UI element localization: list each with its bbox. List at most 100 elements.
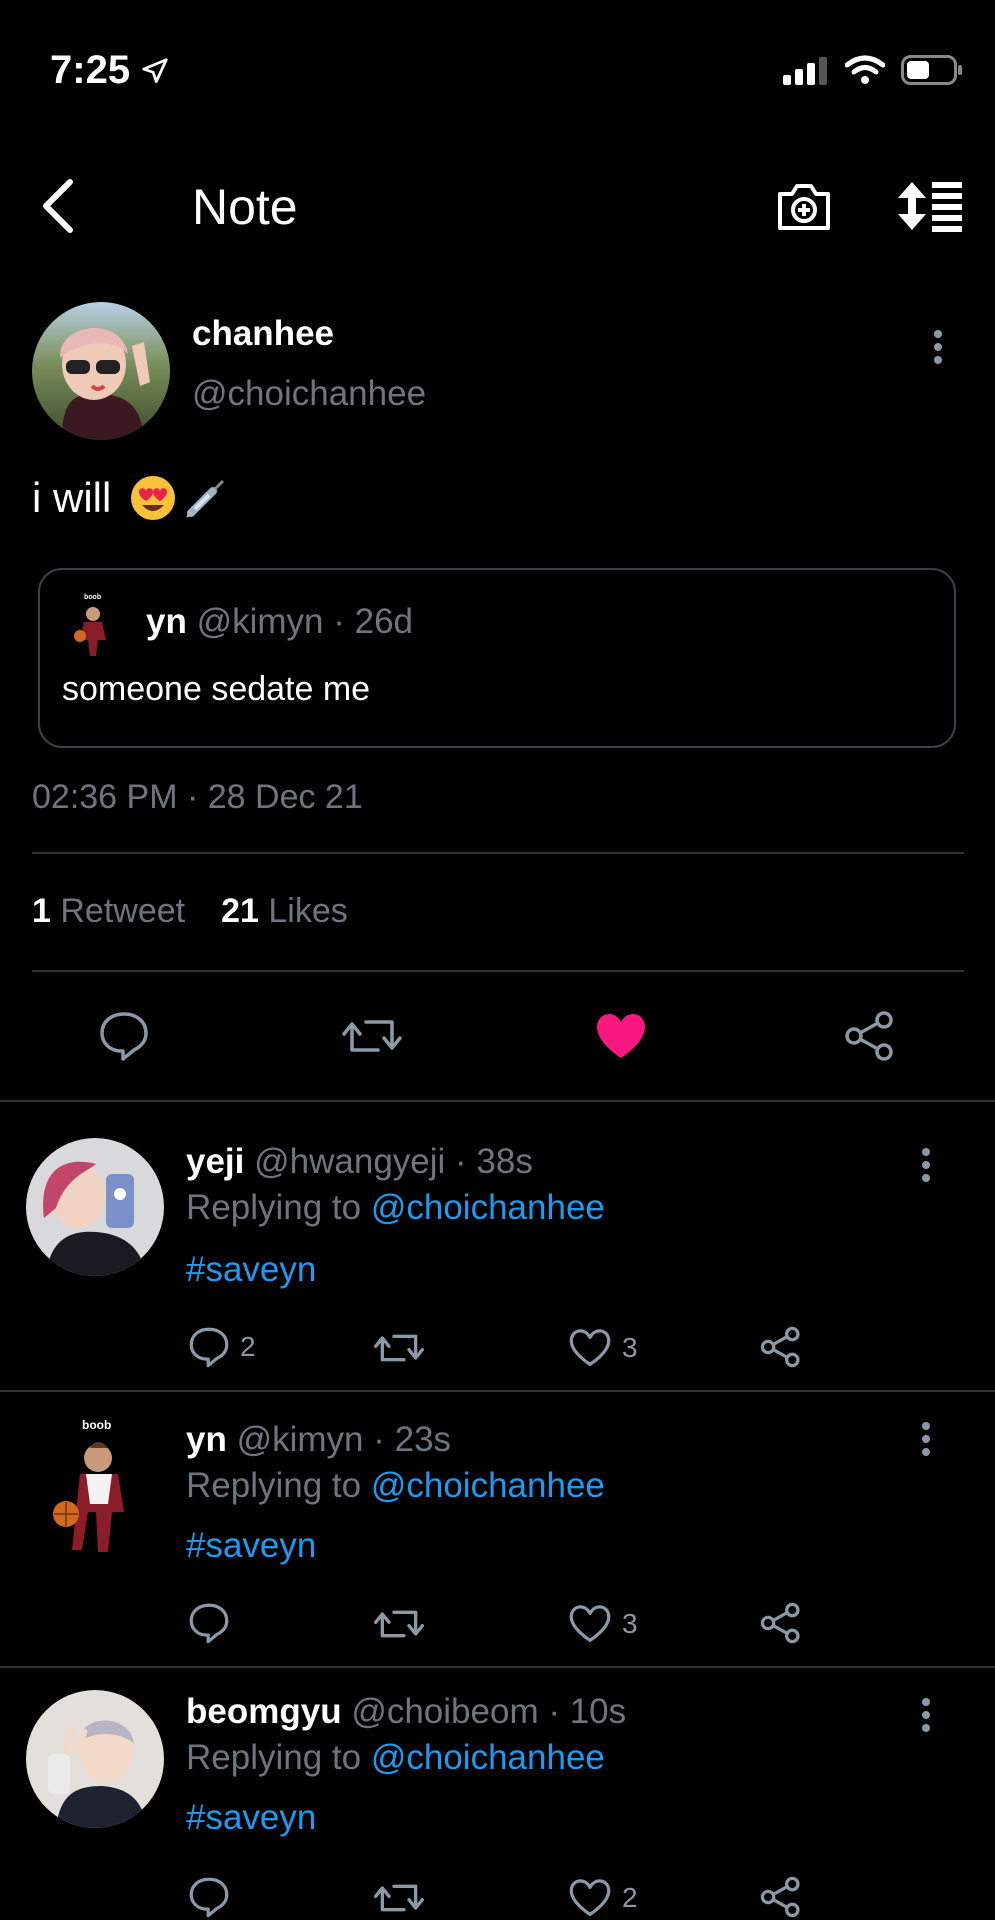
reply-author-name[interactable]: beomgyu <box>186 1692 342 1731</box>
reply-tweet[interactable]: beomgyu @choibeom · 10s Replying to @cho… <box>0 1668 995 1920</box>
more-vertical-icon <box>922 1148 930 1182</box>
more-vertical-icon <box>934 330 942 364</box>
divider <box>32 852 964 854</box>
avatar-caption: boob <box>82 1418 112 1432</box>
retweet-label: Retweet <box>60 892 186 930</box>
like-count: 3 <box>622 1608 638 1639</box>
hashtag-link[interactable]: #saveyn <box>186 1526 316 1566</box>
camera-button[interactable] <box>776 180 832 232</box>
share-icon <box>760 1602 800 1644</box>
heart-outline-icon <box>569 1605 611 1642</box>
reply-header: yn @kimyn · 23s <box>186 1420 451 1460</box>
reply-author-name[interactable]: yn <box>186 1420 227 1459</box>
retweet-icon <box>374 1334 424 1362</box>
more-vertical-icon <box>922 1698 930 1732</box>
replying-prefix: Replying to <box>186 1466 362 1505</box>
retweet-button[interactable] <box>374 1878 424 1918</box>
replying-to-link[interactable]: @choichanhee <box>371 1738 605 1777</box>
quote-avatar[interactable]: boob <box>66 594 120 658</box>
tweet-timestamp: 02:36 PM · 28 Dec 21 <box>32 778 363 816</box>
reply-button[interactable] <box>98 1010 150 1062</box>
status-time-text: 7:25 <box>50 48 131 92</box>
heart-filled-icon <box>597 1014 645 1058</box>
quote-meta: @kimyn · 26d <box>196 602 414 641</box>
author-name[interactable]: chanhee <box>192 314 334 354</box>
share-icon <box>845 1011 893 1061</box>
like-button[interactable]: 2 <box>568 1878 638 1918</box>
reply-count: 2 <box>240 1331 256 1362</box>
share-button[interactable] <box>844 1010 896 1062</box>
like-button[interactable]: 3 <box>568 1604 638 1644</box>
divider <box>32 970 964 972</box>
replying-prefix: Replying to <box>186 1188 362 1227</box>
reply-button[interactable] <box>188 1876 240 1918</box>
avatar[interactable]: boob <box>26 1418 164 1556</box>
like-count: 3 <box>622 1332 638 1363</box>
retweet-stat[interactable]: 1 Retweet <box>32 892 185 931</box>
avatar[interactable] <box>26 1138 164 1276</box>
share-button[interactable] <box>760 1876 802 1918</box>
avatar-photo-yeji <box>26 1138 164 1276</box>
avatar[interactable] <box>32 302 170 440</box>
status-indicators <box>783 54 963 86</box>
more-vertical-icon <box>922 1422 930 1456</box>
chevron-left-icon <box>43 179 73 233</box>
more-options-button[interactable] <box>920 1698 932 1732</box>
replying-to: Replying to @choichanhee <box>186 1738 605 1778</box>
reply-header: beomgyu @choibeom · 10s <box>186 1692 626 1732</box>
like-button[interactable] <box>594 1012 648 1060</box>
quote-avatar-caption: boob <box>84 594 102 601</box>
camera-plus-icon <box>778 184 830 230</box>
reply-button[interactable] <box>188 1602 240 1644</box>
reply-author-name[interactable]: yeji <box>186 1142 244 1181</box>
reply-bubble-icon <box>189 1327 229 1368</box>
reply-button[interactable]: 2 <box>188 1326 256 1368</box>
more-options-button[interactable] <box>920 1422 932 1456</box>
heart-eyes-emoji-icon <box>131 476 176 520</box>
quote-author-name: yn <box>146 602 187 641</box>
quoted-tweet[interactable]: boob yn @kimyn · 26d someone sedate me <box>38 568 956 748</box>
more-options-button[interactable] <box>920 1148 932 1182</box>
hashtag-link[interactable]: #saveyn <box>186 1250 316 1290</box>
replying-prefix: Replying to <box>186 1738 362 1777</box>
retweet-button[interactable] <box>374 1328 424 1368</box>
reply-tweet[interactable]: yeji @hwangyeji · 38s Replying to @choic… <box>0 1102 995 1390</box>
retweet-icon <box>374 1610 424 1638</box>
like-count: 21 <box>221 892 259 930</box>
battery-icon <box>901 55 962 85</box>
page-title: Note <box>192 179 298 235</box>
like-count: 2 <box>622 1882 638 1913</box>
tweet-stats: 1 Retweet 21 Likes <box>32 892 348 931</box>
tweet-text-body: i will <box>32 474 112 521</box>
more-options-button[interactable] <box>932 330 944 364</box>
avatar-photo-yn <box>74 607 106 656</box>
reply-meta: @choibeom · 10s <box>351 1692 627 1731</box>
heart-outline-icon <box>569 1329 611 1366</box>
reply-tweet[interactable]: boob yn @kimyn · 23s Replying to @choich… <box>0 1392 995 1664</box>
quote-header: yn @kimyn · 26d <box>146 602 413 642</box>
signal-icon <box>783 57 827 85</box>
replying-to-link[interactable]: @choichanhee <box>371 1188 605 1227</box>
retweet-icon <box>374 1884 424 1912</box>
likes-stat[interactable]: 21 Likes <box>221 892 348 931</box>
reply-meta: @kimyn · 23s <box>236 1420 452 1459</box>
avatar-photo-beomgyu <box>26 1690 164 1828</box>
reply-bubble-icon <box>189 1877 229 1918</box>
share-icon <box>760 1876 800 1918</box>
back-button[interactable] <box>36 178 82 234</box>
sort-list-icon <box>898 182 962 232</box>
share-button[interactable] <box>760 1602 802 1644</box>
sort-button[interactable] <box>896 180 964 232</box>
retweet-button[interactable] <box>342 1012 402 1060</box>
avatar-photo-chanhee <box>32 302 170 440</box>
share-button[interactable] <box>760 1326 802 1368</box>
avatar[interactable] <box>26 1690 164 1828</box>
heart-outline-icon <box>569 1879 611 1916</box>
like-button[interactable]: 3 <box>568 1328 638 1368</box>
tweet-actions <box>0 1000 995 1070</box>
author-handle[interactable]: @choichanhee <box>192 374 426 414</box>
reply-bubble-icon <box>189 1603 229 1644</box>
replying-to-link[interactable]: @choichanhee <box>371 1466 605 1505</box>
retweet-button[interactable] <box>374 1604 424 1644</box>
hashtag-link[interactable]: #saveyn <box>186 1798 316 1838</box>
